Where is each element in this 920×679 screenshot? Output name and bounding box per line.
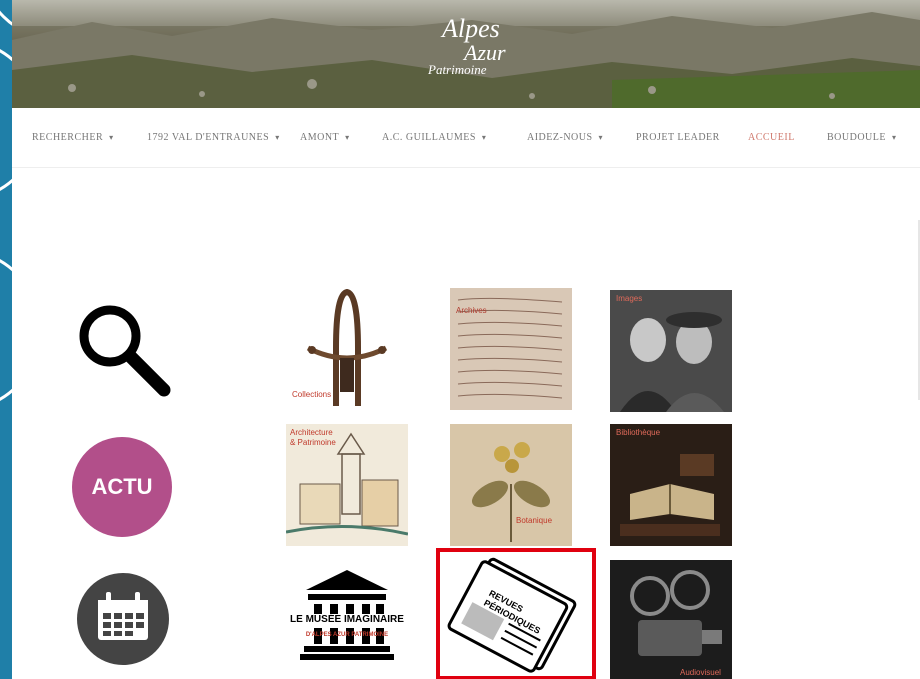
tile-label: Collections bbox=[292, 390, 332, 399]
nav-item-label: AIDEZ-NOUS bbox=[527, 132, 593, 143]
main-nav: RECHERCHER ▾ 1792 VAL D'ENTRAUNES ▾ AMONT ▾… bbox=[12, 108, 920, 168]
tile-label: Bibliothèque bbox=[616, 428, 661, 437]
nav-item-label: 1792 VAL D'ENTRAUNES bbox=[147, 132, 270, 143]
nav-item-val-d-entraunes[interactable]: 1792 VAL D'ENTRAUNES ▾ bbox=[147, 132, 280, 143]
calendar-icon[interactable] bbox=[76, 572, 170, 666]
nav-item-label: ACCUEIL bbox=[748, 132, 795, 143]
nav-item-ac-guillaumes[interactable]: A.C. GUILLAUMES ▾ bbox=[382, 132, 486, 143]
site-logo[interactable]: Alpes Azur Patrimoine bbox=[412, 14, 542, 84]
portrait-photo bbox=[610, 290, 732, 412]
chevron-down-icon: ▾ bbox=[275, 133, 280, 142]
nav-item-accueil[interactable]: ACCUEIL bbox=[748, 132, 795, 143]
tile-images[interactable]: Images bbox=[610, 290, 732, 412]
nav-item-label: AMONT bbox=[300, 132, 340, 143]
tile-musee-imaginaire[interactable]: LE MUSÉE IMAGINAIRE D'ALPES AZUR PATRIMO… bbox=[286, 560, 408, 679]
chevron-down-icon: ▾ bbox=[892, 133, 897, 142]
nav-item-amont[interactable]: AMONT ▾ bbox=[300, 132, 350, 143]
nav-item-aidez-nous[interactable]: AIDEZ-NOUS ▾ bbox=[527, 132, 603, 143]
header-banner: Alpes Azur Patrimoine bbox=[12, 0, 920, 108]
tile-label: Architecture bbox=[290, 428, 333, 437]
logo-line-3: Patrimoine bbox=[428, 62, 487, 77]
nav-item-label: RECHERCHER bbox=[32, 132, 104, 143]
musee-subtitle: D'ALPES AZUR PATRIMOINE bbox=[305, 632, 389, 638]
tile-collections[interactable]: Collections bbox=[286, 288, 408, 410]
chevron-down-icon: ▾ bbox=[598, 133, 604, 142]
musee-title: LE MUSÉE IMAGINAIRE bbox=[288, 614, 406, 628]
page: Alpes Azur Patrimoine RECHERCHER ▾ 1792 V… bbox=[12, 0, 920, 679]
tile-label: & Patrimoine bbox=[290, 438, 336, 447]
nav-item-label: A.C. GUILLAUMES bbox=[382, 132, 476, 143]
tile-label: Archives bbox=[456, 306, 487, 315]
tile-architecture[interactable]: Architecture & Patrimoine bbox=[286, 424, 408, 546]
nav-item-rechercher[interactable]: RECHERCHER ▾ bbox=[32, 132, 114, 143]
highlight-box bbox=[436, 548, 596, 679]
chevron-down-icon: ▾ bbox=[345, 133, 350, 142]
tile-botanique[interactable]: Botanique bbox=[450, 424, 572, 546]
tile-label: Images bbox=[616, 294, 643, 303]
tile-archives[interactable]: Archives bbox=[450, 288, 572, 410]
film-projector-image bbox=[610, 560, 732, 679]
tile-bibliotheque[interactable]: Bibliothèque bbox=[610, 424, 732, 546]
books-image bbox=[610, 424, 732, 546]
tile-label: Botanique bbox=[516, 516, 553, 525]
chevron-down-icon: ▾ bbox=[481, 133, 487, 142]
nav-item-projet-leader[interactable]: PROJET LEADER bbox=[636, 132, 720, 143]
nav-item-label: BOUDOULE bbox=[827, 132, 886, 143]
actu-button[interactable]: ACTU bbox=[72, 437, 172, 537]
nav-item-label: PROJET LEADER bbox=[636, 132, 720, 143]
pressed-flower-image bbox=[471, 442, 551, 542]
nav-item-boudoule[interactable]: BOUDOULE ▾ bbox=[827, 132, 897, 143]
chevron-down-icon: ▾ bbox=[109, 133, 114, 142]
tile-label: Audiovisuel bbox=[680, 668, 721, 677]
tile-audiovisuel[interactable]: Audiovisuel bbox=[610, 560, 732, 679]
search-icon[interactable] bbox=[74, 300, 174, 400]
